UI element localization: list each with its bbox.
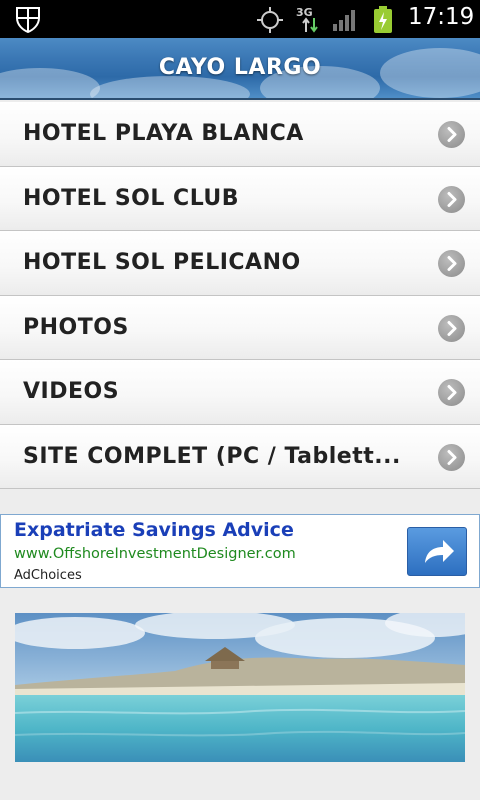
status-bar: 3G 17:19 [0,0,480,38]
menu-item-videos[interactable]: VIDEOS [0,360,480,425]
shield-icon [16,7,40,33]
menu-item-hotel-sol-club[interactable]: HOTEL SOL CLUB [0,166,480,231]
ad-banner[interactable]: Expatriate Savings Advice www.OffshoreIn… [0,514,480,588]
menu-item-label: HOTEL SOL PELICANO [23,250,301,275]
menu-item-site-complet[interactable]: SITE COMPLET (PC / Tablett... [0,424,480,489]
menu-item-hotel-playa-blanca[interactable]: HOTEL PLAYA BLANCA [0,102,480,167]
menu-item-label: VIDEOS [23,379,120,404]
chevron-right-icon [438,121,465,148]
3g-icon: 3G [296,6,318,33]
app-header: CAYO LARGO [0,38,480,100]
gps-icon [257,7,283,33]
status-time: 17:19 [408,4,475,30]
menu-item-photos[interactable]: PHOTOS [0,295,480,360]
menu-item-label: SITE COMPLET (PC / Tablett... [23,443,401,469]
menu-item-hotel-sol-pelicano[interactable]: HOTEL SOL PELICANO [0,231,480,296]
menu-item-label: PHOTOS [23,314,129,340]
menu-list: HOTEL PLAYA BLANCA HOTEL SOL CLUB HOTEL … [0,102,480,489]
menu-item-label: HOTEL PLAYA BLANCA [23,121,304,146]
ad-title[interactable]: Expatriate Savings Advice [14,519,294,541]
chevron-right-icon [438,314,465,342]
menu-item-label: HOTEL SOL CLUB [23,185,240,211]
ad-choices-link[interactable]: AdChoices [14,568,82,583]
ad-url[interactable]: www.OffshoreInvestmentDesigner.com [14,546,296,562]
chevron-right-icon [438,379,465,406]
chevron-right-icon [438,443,465,471]
share-arrow-icon [425,540,454,563]
page-title: CAYO LARGO [158,55,322,80]
chevron-right-icon [438,250,465,277]
signal-icon [333,10,355,31]
beach-photo [15,613,465,762]
ad-open-button[interactable] [407,527,467,576]
svg-text:3G: 3G [296,6,313,19]
chevron-right-icon [438,185,465,213]
battery-charging-icon [374,6,392,33]
